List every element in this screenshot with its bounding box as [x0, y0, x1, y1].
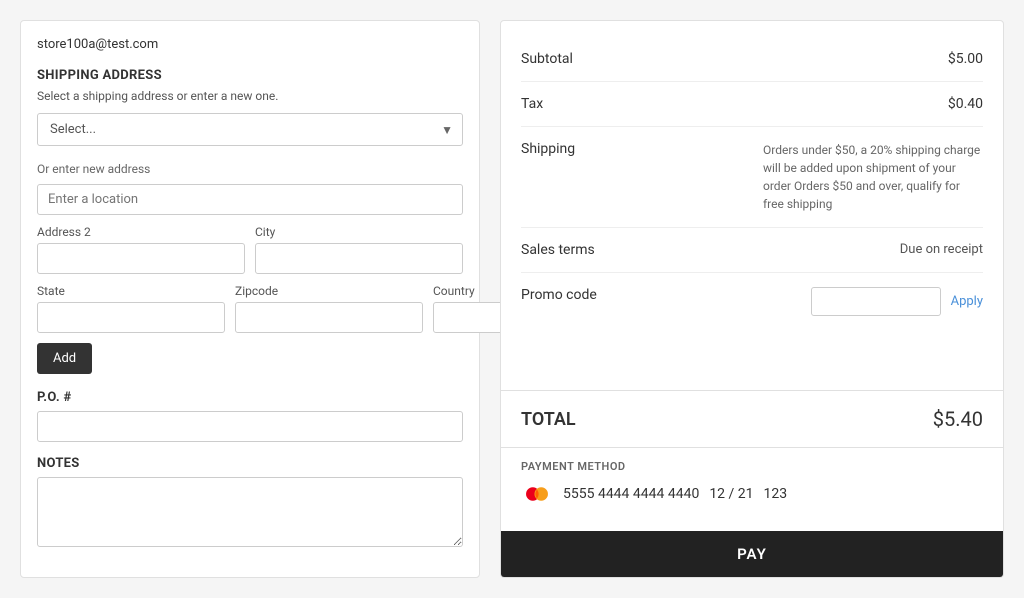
notes-section: NOTES: [37, 456, 463, 551]
add-address-button[interactable]: Add: [37, 343, 92, 374]
total-label: TOTAL: [521, 409, 576, 430]
state-zip-country-row: State Zipcode Country: [37, 284, 463, 333]
apply-promo-button[interactable]: Apply: [951, 294, 983, 309]
or-enter-label: Or enter new address: [37, 162, 463, 176]
notes-label: NOTES: [37, 456, 463, 471]
address2-group: Address 2: [37, 225, 245, 274]
sales-terms-value: Due on receipt: [900, 242, 983, 257]
city-input[interactable]: [255, 243, 463, 274]
po-section: P.O. #: [37, 390, 463, 442]
payment-section: PAYMENT METHOD 5555 4444 4444 4440 12 / …: [501, 447, 1003, 531]
card-number: 5555 4444 4444 4440: [563, 486, 699, 502]
promo-code-input[interactable]: [811, 287, 941, 316]
location-input[interactable]: [37, 184, 463, 215]
state-label: State: [37, 284, 225, 298]
address2-input[interactable]: [37, 243, 245, 274]
promo-section: Apply: [811, 287, 983, 316]
tax-row: Tax $0.40: [521, 82, 983, 127]
address-select[interactable]: Select...: [37, 113, 463, 146]
address2-city-row: Address 2 City: [37, 225, 463, 274]
shipping-label: Shipping: [521, 141, 575, 157]
sales-terms-label: Sales terms: [521, 242, 595, 258]
shipping-row: Shipping Orders under $50, a 20% shippin…: [521, 127, 983, 228]
pay-button[interactable]: PAY: [501, 531, 1003, 577]
zipcode-input[interactable]: [235, 302, 423, 333]
subtotal-row: Subtotal $5.00: [521, 37, 983, 82]
zipcode-group: Zipcode: [235, 284, 423, 333]
payment-title: PAYMENT METHOD: [521, 460, 983, 473]
notes-textarea[interactable]: [37, 477, 463, 547]
shipping-section-title: SHIPPING ADDRESS: [37, 68, 463, 83]
city-label: City: [255, 225, 463, 239]
address-select-wrapper: Select... ▼: [37, 113, 463, 146]
zipcode-label: Zipcode: [235, 284, 423, 298]
order-summary: Subtotal $5.00 Tax $0.40 Shipping Orders…: [501, 21, 1003, 390]
shipping-subtitle: Select a shipping address or enter a new…: [37, 89, 463, 103]
user-email: store100a@test.com: [37, 37, 463, 52]
card-expiry: 12 / 21: [709, 486, 753, 502]
address2-label: Address 2: [37, 225, 245, 239]
subtotal-label: Subtotal: [521, 51, 573, 67]
order-summary-panel: Subtotal $5.00 Tax $0.40 Shipping Orders…: [500, 20, 1004, 578]
card-cvv: 123: [764, 486, 788, 502]
state-group: State: [37, 284, 225, 333]
state-input[interactable]: [37, 302, 225, 333]
promo-code-label: Promo code: [521, 287, 597, 303]
sales-terms-row: Sales terms Due on receipt: [521, 228, 983, 273]
total-value: $5.40: [933, 407, 983, 431]
city-group: City: [255, 225, 463, 274]
total-section: TOTAL $5.40: [501, 390, 1003, 447]
mastercard-icon: [521, 483, 553, 505]
promo-input-row: Apply: [811, 287, 983, 316]
po-input[interactable]: [37, 411, 463, 442]
subtotal-value: $5.00: [948, 51, 983, 67]
tax-value: $0.40: [948, 96, 983, 112]
promo-row: Promo code Apply: [521, 273, 983, 330]
shipping-panel: store100a@test.com SHIPPING ADDRESS Sele…: [20, 20, 480, 578]
po-label: P.O. #: [37, 390, 463, 405]
payment-card-row: 5555 4444 4444 4440 12 / 21 123: [521, 483, 983, 505]
shipping-description: Orders under $50, a 20% shipping charge …: [763, 141, 983, 213]
tax-label: Tax: [521, 96, 543, 112]
